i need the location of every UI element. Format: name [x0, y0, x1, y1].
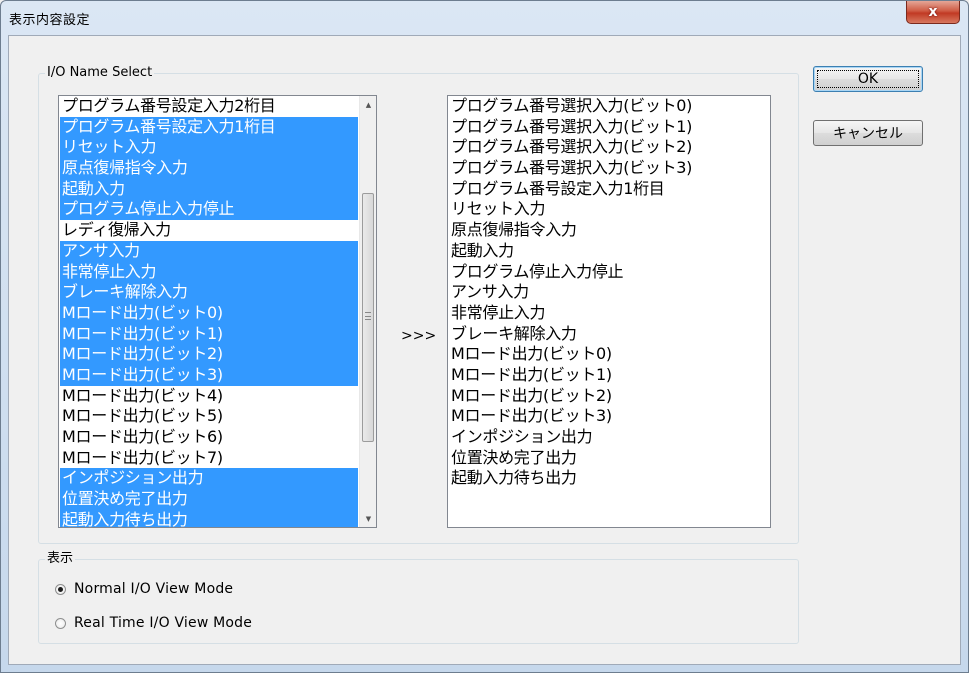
scrollbar-thumb[interactable]	[362, 193, 374, 442]
list-item[interactable]: プログラム番号選択入力(ビット3)	[449, 158, 770, 179]
scrollbar-grip-icon	[365, 312, 371, 320]
list-item[interactable]: Mロード出力(ビット6)	[60, 427, 358, 448]
dialog-window: 表示内容設定 x I/O Name Select プログラム番号設定入力2桁目プ…	[0, 0, 969, 673]
list-item[interactable]: 非常停止入力	[449, 303, 770, 324]
real-time-io-view-mode-label: Real Time I/O View Mode	[74, 615, 253, 631]
list-item[interactable]: Mロード出力(ビット1)	[449, 365, 770, 386]
list-item[interactable]: アンサ入力	[60, 240, 358, 262]
radio-button-icon[interactable]	[55, 617, 66, 629]
list-item[interactable]: Mロード出力(ビット4)	[60, 386, 358, 407]
list-item[interactable]: 非常停止入力	[60, 261, 358, 283]
list-item[interactable]: レディ復帰入力	[60, 220, 358, 241]
scroll-down-arrow-icon[interactable]: ▼	[360, 510, 376, 527]
list-item[interactable]: プログラム番号設定入力2桁目	[60, 96, 358, 117]
list-item[interactable]: 起動入力	[60, 178, 358, 200]
list-item[interactable]: ブレーキ解除入力	[449, 324, 770, 345]
list-item[interactable]: Mロード出力(ビット3)	[60, 364, 358, 386]
io-name-select-label: I/O Name Select	[45, 65, 155, 81]
cancel-button-label: キャンセル	[833, 126, 903, 142]
list-item[interactable]: 位置決め完了出力	[60, 489, 358, 510]
list-item[interactable]: Mロード出力(ビット2)	[60, 344, 358, 365]
io-name-select-group: I/O Name Select プログラム番号設定入力2桁目 プログラム番号設定入…	[38, 65, 799, 544]
list-item[interactable]: 原点復帰指令入力	[60, 158, 358, 179]
list-item[interactable]: Mロード出力(ビット1)	[60, 323, 358, 345]
list-item[interactable]: Mロード出力(ビット5)	[60, 406, 358, 427]
radio-button-icon[interactable]	[55, 583, 66, 595]
list-item[interactable]: 位置決め完了出力	[449, 448, 770, 469]
close-icon: x	[928, 4, 938, 20]
transfer-arrow: >>>	[401, 328, 437, 344]
list-scrollbar[interactable]: ▲ ▼	[359, 96, 376, 527]
displayed-io-list[interactable]: プログラム番号選択入力(ビット0) プログラム番号選択入力(ビット1) プログラム番…	[447, 95, 771, 528]
list-item[interactable]: アンサ入力	[449, 282, 770, 303]
list-item[interactable]: 原点復帰指令入力	[449, 220, 770, 241]
focus-rectangle	[817, 70, 919, 88]
real-time-io-view-mode-radio[interactable]: Real Time I/O View Mode	[55, 614, 252, 632]
list-item[interactable]: プログラム停止入力停止	[60, 199, 358, 221]
list-item[interactable]: プログラム番号選択入力(ビット0)	[449, 96, 770, 117]
list-item[interactable]: プログラム停止入力停止	[449, 262, 770, 283]
list-item[interactable]: 起動入力	[449, 241, 770, 262]
list-item[interactable]: リセット入力	[449, 199, 770, 220]
dialog-body: I/O Name Select プログラム番号設定入力2桁目 プログラム番号設定入…	[8, 35, 961, 665]
list-item[interactable]: Mロード出力(ビット3)	[449, 406, 770, 427]
normal-io-view-mode-label: Normal I/O View Mode	[74, 581, 234, 597]
list-item[interactable]: Mロード出力(ビット2)	[449, 386, 770, 407]
list-item[interactable]: プログラム番号設定入力1桁目	[60, 116, 358, 138]
scroll-up-arrow-icon[interactable]: ▲	[360, 96, 376, 113]
available-io-items: プログラム番号設定入力2桁目 プログラム番号設定入力1桁目 リセット入力 原点復帰指令…	[60, 96, 358, 527]
displayed-io-items: プログラム番号選択入力(ビット0) プログラム番号選択入力(ビット1) プログラム番…	[449, 96, 770, 489]
list-item[interactable]: Mロード出力(ビット0)	[449, 344, 770, 365]
title-bar[interactable]: 表示内容設定 x	[1, 1, 968, 35]
list-item[interactable]: Mロード出力(ビット0)	[60, 302, 358, 324]
ok-button[interactable]: OK	[813, 66, 923, 92]
list-item[interactable]: 起動入力待ち出力	[60, 509, 358, 527]
list-item[interactable]: リセット入力	[60, 137, 358, 159]
list-item[interactable]: インポジション出力	[60, 468, 358, 490]
list-item[interactable]: 起動入力待ち出力	[449, 468, 770, 489]
available-io-list[interactable]: プログラム番号設定入力2桁目 プログラム番号設定入力1桁目 リセット入力 原点復帰指令…	[58, 95, 377, 528]
list-item[interactable]: プログラム番号選択入力(ビット2)	[449, 137, 770, 158]
display-mode-label: 表示	[45, 551, 76, 567]
close-button[interactable]: x	[906, 1, 960, 24]
list-item[interactable]: ブレーキ解除入力	[60, 282, 358, 303]
normal-io-view-mode-radio[interactable]: Normal I/O View Mode	[55, 580, 233, 598]
list-item[interactable]: プログラム番号設定入力1桁目	[449, 179, 770, 200]
list-item[interactable]: プログラム番号選択入力(ビット1)	[449, 117, 770, 138]
list-item[interactable]: インポジション出力	[449, 427, 770, 448]
window-title: 表示内容設定	[9, 13, 91, 28]
cancel-button[interactable]: キャンセル	[813, 120, 923, 146]
list-item[interactable]: Mロード出力(ビット7)	[60, 448, 358, 469]
